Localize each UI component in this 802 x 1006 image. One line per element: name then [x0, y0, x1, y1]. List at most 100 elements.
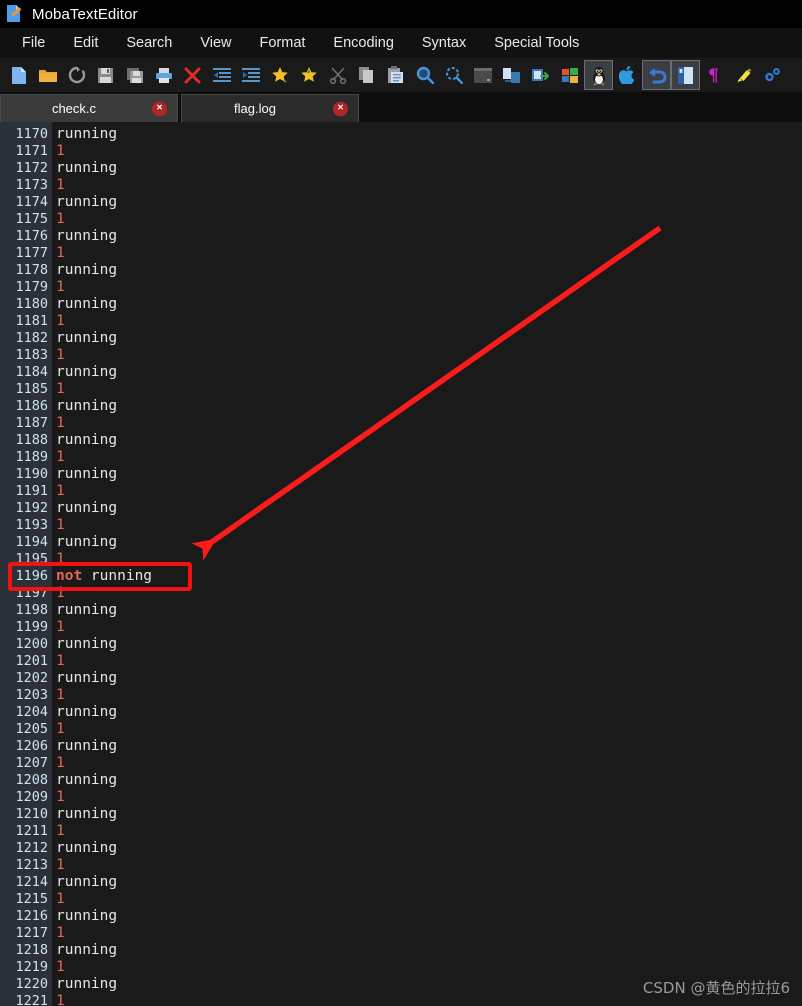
- menu-item-format[interactable]: Format: [246, 32, 320, 55]
- tab-close-icon[interactable]: ×: [333, 101, 348, 116]
- code-line[interactable]: 1212 running: [0, 840, 802, 857]
- paste-button[interactable]: [381, 60, 410, 90]
- text-editor-area[interactable]: 1170 running 1171 1 1172 running 1173 1 1174 runn…: [0, 122, 802, 1006]
- cut-button[interactable]: [323, 60, 352, 90]
- code-line[interactable]: 1184 running: [0, 364, 802, 381]
- code-line[interactable]: 1207 1: [0, 755, 802, 772]
- panel-button[interactable]: [468, 60, 497, 90]
- code-line[interactable]: 1195 1: [0, 551, 802, 568]
- code-line[interactable]: 1216 running: [0, 908, 802, 925]
- bookmark-toggle-button[interactable]: [265, 60, 294, 90]
- code-line[interactable]: 1201 1: [0, 653, 802, 670]
- copy-button[interactable]: [352, 60, 381, 90]
- code-line[interactable]: 1210 running: [0, 806, 802, 823]
- open-folder-button[interactable]: [33, 60, 62, 90]
- code-line[interactable]: 1170 running: [0, 126, 802, 143]
- tab-close-icon[interactable]: ×: [152, 101, 167, 116]
- bookmark-button[interactable]: [294, 60, 323, 90]
- code-line[interactable]: 1218 running: [0, 942, 802, 959]
- apple-button[interactable]: [613, 60, 642, 90]
- code-line[interactable]: 1208 running: [0, 772, 802, 789]
- code-line[interactable]: 1172 running: [0, 160, 802, 177]
- token-number: 1: [56, 415, 65, 431]
- code-line[interactable]: 1198 running: [0, 602, 802, 619]
- code-line[interactable]: 1204 running: [0, 704, 802, 721]
- menu-item-encoding[interactable]: Encoding: [319, 32, 407, 55]
- code-line[interactable]: 1190 running: [0, 466, 802, 483]
- line-text: 1: [52, 823, 65, 840]
- code-line[interactable]: 1185 1: [0, 381, 802, 398]
- code-line[interactable]: 1179 1: [0, 279, 802, 296]
- line-number: 1206: [15, 738, 48, 754]
- code-line[interactable]: 1180 running: [0, 296, 802, 313]
- code-line[interactable]: 1202 running: [0, 670, 802, 687]
- line-text: 1: [52, 415, 65, 432]
- menu-item-syntax[interactable]: Syntax: [408, 32, 480, 55]
- token-number: 1: [56, 857, 65, 873]
- find-button[interactable]: [410, 60, 439, 90]
- menu-item-special-tools[interactable]: Special Tools: [480, 32, 593, 55]
- code-line[interactable]: 1173 1: [0, 177, 802, 194]
- code-line[interactable]: 1194 running: [0, 534, 802, 551]
- export-button[interactable]: [526, 60, 555, 90]
- token-running: running: [82, 568, 153, 584]
- code-line[interactable]: 1192 running: [0, 500, 802, 517]
- code-line[interactable]: 1183 1: [0, 347, 802, 364]
- code-line[interactable]: 1209 1: [0, 789, 802, 806]
- code-line[interactable]: 1217 1: [0, 925, 802, 942]
- code-line[interactable]: 1200 running: [0, 636, 802, 653]
- line-number: 1216: [15, 908, 48, 924]
- code-line[interactable]: 1197 1: [0, 585, 802, 602]
- code-line[interactable]: 1174 running: [0, 194, 802, 211]
- code-line[interactable]: 1213 1: [0, 857, 802, 874]
- code-line[interactable]: 1193 1: [0, 517, 802, 534]
- code-line[interactable]: 1205 1: [0, 721, 802, 738]
- code-line[interactable]: 1182 running: [0, 330, 802, 347]
- code-line[interactable]: 1214 running: [0, 874, 802, 891]
- code-line[interactable]: 1181 1: [0, 313, 802, 330]
- find-replace-button[interactable]: [439, 60, 468, 90]
- code-line[interactable]: 1203 1: [0, 687, 802, 704]
- code-line[interactable]: 1191 1: [0, 483, 802, 500]
- code-line[interactable]: 1175 1: [0, 211, 802, 228]
- code-line[interactable]: 1176 running: [0, 228, 802, 245]
- code-content[interactable]: 1170 running 1171 1 1172 running 1173 1 1174 runn…: [0, 126, 802, 1006]
- tab-flag-log[interactable]: flag.log ×: [181, 94, 359, 122]
- menu-item-search[interactable]: Search: [112, 32, 186, 55]
- code-line[interactable]: 1211 1: [0, 823, 802, 840]
- code-line[interactable]: 1171 1: [0, 143, 802, 160]
- code-line[interactable]: 1177 1: [0, 245, 802, 262]
- code-line[interactable]: 1178 running: [0, 262, 802, 279]
- toggle-sidebar-button[interactable]: [671, 60, 700, 90]
- menu-item-file[interactable]: File: [8, 32, 59, 55]
- paragraph-marks-button[interactable]: ¶: [700, 60, 729, 90]
- print-button[interactable]: [149, 60, 178, 90]
- highlighter-button[interactable]: [729, 60, 758, 90]
- menu-item-edit[interactable]: Edit: [59, 32, 112, 55]
- close-file-button[interactable]: [178, 60, 207, 90]
- compare-files-button[interactable]: [497, 60, 526, 90]
- indent-button[interactable]: [236, 60, 265, 90]
- windows-button[interactable]: [555, 60, 584, 90]
- code-line[interactable]: 1206 running: [0, 738, 802, 755]
- settings-button[interactable]: [758, 60, 787, 90]
- save-all-button[interactable]: [120, 60, 149, 90]
- code-line[interactable]: 1219 1: [0, 959, 802, 976]
- code-line[interactable]: 1189 1: [0, 449, 802, 466]
- code-line[interactable]: 1196 not running: [0, 568, 802, 585]
- line-text: 1: [52, 551, 65, 568]
- code-line[interactable]: 1199 1: [0, 619, 802, 636]
- undo-button[interactable]: [642, 60, 671, 90]
- code-line[interactable]: 1188 running: [0, 432, 802, 449]
- find-replace-icon: [445, 66, 463, 84]
- tab-check-c[interactable]: check.c ×: [0, 94, 178, 122]
- code-line[interactable]: 1215 1: [0, 891, 802, 908]
- save-button[interactable]: [91, 60, 120, 90]
- code-line[interactable]: 1186 running: [0, 398, 802, 415]
- code-line[interactable]: 1187 1: [0, 415, 802, 432]
- reload-button[interactable]: [62, 60, 91, 90]
- menu-item-view[interactable]: View: [186, 32, 245, 55]
- linux-button[interactable]: [584, 60, 613, 90]
- new-file-button[interactable]: [4, 60, 33, 90]
- outdent-button[interactable]: [207, 60, 236, 90]
